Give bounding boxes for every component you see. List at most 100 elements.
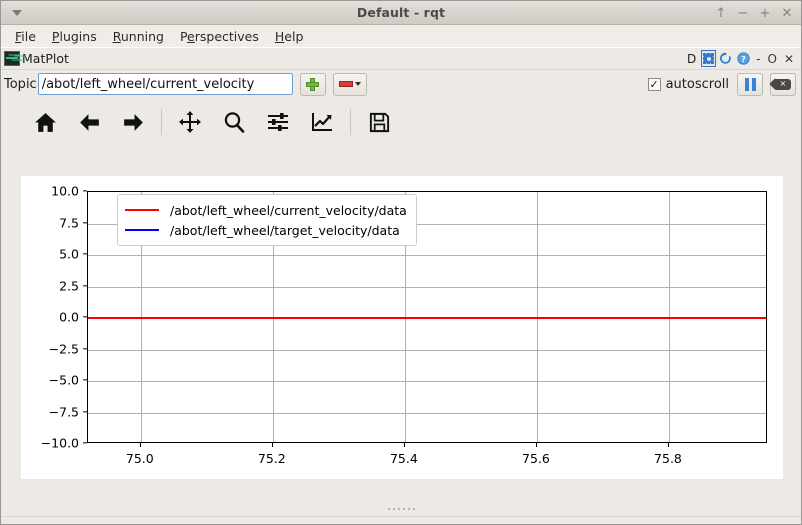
back-arrow-button[interactable]	[67, 102, 111, 142]
dock-d-button[interactable]: D	[683, 50, 700, 67]
clear-button[interactable]: ×	[770, 73, 796, 96]
y-axis-tick-mark	[83, 348, 87, 349]
x-axis-tick-label: 75.6	[522, 451, 550, 466]
panel-close-button[interactable]: ✕	[781, 52, 797, 66]
pause-button[interactable]	[737, 73, 763, 96]
remove-topic-button[interactable]	[333, 73, 367, 96]
panel-titlebar: MatPlot D ? -	[1, 48, 801, 70]
minimize-button[interactable]: −	[733, 3, 753, 23]
y-axis-tick-mark	[83, 411, 87, 412]
x-axis-tick-label: 75.0	[126, 451, 154, 466]
y-axis-tick-mark	[83, 442, 87, 443]
grid-line-horizontal	[88, 255, 766, 256]
topic-row-right: ✓ autoscroll ×	[648, 73, 796, 96]
menu-help[interactable]: Help	[267, 27, 312, 46]
chevron-down-icon	[355, 82, 361, 86]
arrow-left-icon	[77, 110, 102, 135]
help-button[interactable]: ?	[735, 50, 752, 67]
panel-float-button[interactable]: O	[764, 52, 779, 66]
y-axis-tick-mark	[83, 222, 87, 223]
toolbar-separator	[161, 109, 162, 135]
menubar: File Plugins Running Perspectives Help	[1, 25, 801, 48]
menu-running[interactable]: Running	[105, 27, 172, 46]
autoscroll-label: autoscroll	[666, 77, 729, 92]
plot-figure-canvas[interactable]: 10.07.55.02.50.0−2.5−5.0−7.5−10.075.075.…	[21, 176, 783, 479]
plot-legend: /abot/left_wheel/current_velocity/data /…	[117, 194, 417, 246]
menu-running-mnemonic: R	[113, 29, 121, 44]
rqt-main-window: Default - rqt ↑ − + ✕ File Plugins Runni…	[0, 0, 802, 525]
pause-icon	[745, 78, 756, 91]
pan-move-icon	[178, 110, 202, 134]
y-axis-tick-mark	[83, 285, 87, 286]
magnifier-icon	[222, 110, 246, 134]
menu-file-rest: ile	[21, 29, 36, 44]
y-axis-tick-label: −10.0	[41, 436, 79, 451]
x-axis-tick-mark	[140, 443, 141, 447]
home-button[interactable]	[23, 102, 67, 142]
sliders-icon	[266, 110, 290, 134]
x-axis-tick-mark	[404, 443, 405, 447]
configure-subplots-button[interactable]	[256, 102, 300, 142]
menu-perspectives-mnemonic: e	[187, 29, 195, 44]
topic-label: Topic	[4, 77, 37, 92]
y-axis-tick-label: 10.0	[51, 184, 79, 199]
pan-button[interactable]	[168, 102, 212, 142]
save-button[interactable]	[357, 102, 401, 142]
maximize-button[interactable]: +	[755, 3, 775, 23]
grid-line-horizontal	[88, 350, 766, 351]
legend-label-target-velocity: /abot/left_wheel/target_velocity/data	[170, 223, 400, 238]
chevron-down-icon	[12, 10, 22, 16]
y-axis-tick-mark	[83, 316, 87, 317]
panel-minimize-button[interactable]: -	[753, 52, 763, 66]
x-axis-tick-label: 75.4	[390, 451, 418, 466]
close-button[interactable]: ✕	[777, 3, 797, 23]
status-bar	[1, 516, 801, 524]
svg-text:?: ?	[741, 54, 746, 64]
grid-line-horizontal	[88, 381, 766, 382]
x-axis-tick-mark	[536, 443, 537, 447]
plus-icon	[306, 78, 319, 91]
menu-plugins[interactable]: Plugins	[44, 27, 105, 46]
x-axis-tick-label: 75.8	[654, 451, 682, 466]
topic-input[interactable]	[38, 73, 293, 95]
help-circle-icon: ?	[737, 52, 750, 65]
zoom-button[interactable]	[212, 102, 256, 142]
grid-line-horizontal	[88, 413, 766, 414]
legend-item: /abot/left_wheel/target_velocity/data	[125, 220, 407, 240]
window-menu-button[interactable]	[3, 2, 31, 24]
add-topic-button[interactable]	[300, 73, 326, 96]
x-axis-tick-mark	[668, 443, 669, 447]
panel-splitter-handle[interactable]	[1, 502, 801, 516]
y-axis-tick-label: −2.5	[49, 341, 79, 356]
legend-swatch-target-velocity	[125, 229, 159, 231]
plot-series-line	[88, 317, 766, 319]
edit-curves-button[interactable]	[300, 102, 344, 142]
menu-file[interactable]: File	[7, 27, 44, 46]
window-titlebar: Default - rqt ↑ − + ✕	[1, 1, 801, 25]
menu-running-rest: unning	[121, 29, 164, 44]
y-axis-tick-label: 7.5	[59, 215, 79, 230]
x-axis-tick-label: 75.2	[258, 451, 286, 466]
forward-arrow-button[interactable]	[111, 102, 155, 142]
settings-gear-button[interactable]	[701, 50, 716, 67]
shade-button[interactable]: ↑	[711, 3, 731, 23]
topic-row: Topic ✓ autoscroll ×	[1, 70, 801, 98]
matplot-panel: MatPlot D ? -	[1, 48, 801, 524]
legend-label-current-velocity: /abot/left_wheel/current_velocity/data	[170, 203, 407, 218]
matplotlib-nav-toolbar	[1, 98, 801, 146]
backspace-clear-icon: ×	[775, 79, 791, 90]
reload-button[interactable]	[717, 50, 734, 67]
autoscroll-checkbox[interactable]: ✓	[648, 78, 661, 91]
panel-buttons: D ? - O ✕	[683, 50, 797, 67]
y-axis-tick-label: 2.5	[59, 278, 79, 293]
window-controls: ↑ − + ✕	[711, 1, 797, 25]
arrow-right-icon	[121, 110, 146, 135]
y-axis-tick-label: −7.5	[49, 404, 79, 419]
legend-item: /abot/left_wheel/current_velocity/data	[125, 200, 407, 220]
menu-perspectives[interactable]: Perspectives	[172, 27, 267, 46]
panel-title: MatPlot	[22, 51, 69, 66]
y-axis-tick-label: 0.0	[59, 310, 79, 325]
menu-perspectives-pre: P	[180, 29, 187, 44]
x-axis-tick-mark	[272, 443, 273, 447]
y-axis-tick-label: 5.0	[59, 247, 79, 262]
